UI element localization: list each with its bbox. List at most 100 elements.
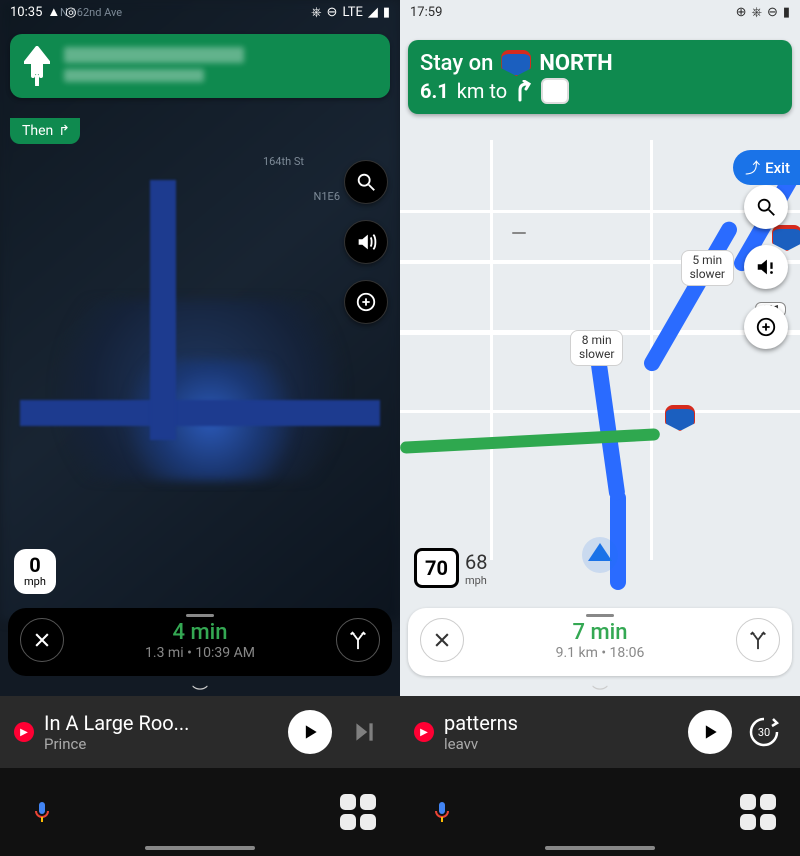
eta-text: 7 min	[464, 620, 736, 645]
distance-unit: km to	[457, 79, 507, 103]
steering-icon: ◎	[65, 5, 76, 20]
report-button[interactable]	[744, 305, 788, 349]
street-label: 164th St	[263, 155, 304, 168]
close-button[interactable]	[420, 618, 464, 662]
bear-right-icon	[515, 80, 533, 102]
trip-panel[interactable]: 7 min 9.1 km • 18:06	[408, 608, 792, 676]
eta-text: 4 min	[64, 620, 336, 645]
close-button[interactable]	[20, 618, 64, 662]
skip-ahead-button[interactable]: 30	[742, 710, 786, 754]
system-nav-bar	[400, 768, 800, 856]
audio-alert-button[interactable]	[744, 245, 788, 289]
gesture-bar[interactable]	[145, 846, 255, 850]
turn-right-icon: ↱	[58, 123, 70, 139]
youtube-music-icon: ▶	[414, 722, 434, 742]
location-pin-icon: ⎈	[752, 5, 762, 20]
routes-button[interactable]	[336, 618, 380, 662]
speed-limit: 70	[414, 548, 459, 588]
street-label: N1E6	[314, 190, 340, 203]
next-icon	[351, 719, 377, 745]
search-icon	[755, 196, 777, 218]
nav-arrow-icon: ▲	[47, 4, 60, 20]
straight-arrow-icon	[24, 46, 50, 86]
media-artist: Prince	[44, 735, 278, 753]
mic-icon	[430, 800, 454, 824]
status-time: 17:59	[410, 5, 442, 20]
speed-indicator: 0 mph	[14, 549, 56, 594]
chevron-up-icon[interactable]: ︶	[192, 680, 208, 704]
dnd-icon: ⊖	[327, 5, 338, 20]
speaker-alert-icon	[755, 256, 777, 278]
exit-button[interactable]: ⤴ Exit	[733, 150, 800, 185]
gesture-bar[interactable]	[545, 846, 655, 850]
direction-prefix: Stay on	[420, 51, 493, 76]
youtube-music-icon: ▶	[14, 722, 34, 742]
phone-right: 411 17:59 ⊕ ⎈ ⊖ ▮ Stay on NORTH	[400, 0, 800, 856]
media-title: In A Large Roo...	[44, 711, 278, 735]
skip-seconds: 30	[758, 726, 770, 739]
battery-icon: ▮	[383, 5, 390, 20]
us-route-shield-icon	[541, 78, 568, 104]
voice-button[interactable]	[420, 790, 464, 834]
add-icon: ⊕	[736, 5, 747, 20]
current-location-icon	[588, 543, 612, 561]
speed-current: 68	[465, 550, 487, 574]
apps-grid-icon	[740, 794, 776, 830]
media-bar[interactable]: ︶ ▶ In A Large Roo... Prince	[0, 696, 400, 768]
speed-value: 0	[24, 555, 46, 575]
search-button[interactable]	[744, 185, 788, 229]
direction-card[interactable]: Stay on NORTH 6.1 km to	[408, 40, 792, 114]
then-label: Then	[22, 123, 53, 139]
search-icon	[355, 171, 377, 193]
play-icon	[700, 722, 720, 742]
speaker-icon	[355, 231, 377, 253]
play-button[interactable]	[688, 710, 732, 754]
direction-suffix: NORTH	[539, 51, 612, 76]
status-time: 10:35	[10, 5, 42, 20]
status-bar: 10:35 ▲ ◎ ⎈ ⊖ LTE ◢ ▮	[0, 0, 400, 24]
speed-unit: mph	[24, 575, 46, 588]
exit-icon: ⤴	[745, 157, 760, 178]
apps-button[interactable]	[336, 790, 380, 834]
report-button[interactable]	[344, 280, 388, 324]
search-button[interactable]	[344, 160, 388, 204]
status-bar: 17:59 ⊕ ⎈ ⊖ ▮	[400, 0, 800, 24]
alt-route-pill[interactable]: 8 min slower	[570, 330, 623, 366]
battery-icon: ▮	[783, 5, 790, 20]
system-nav-bar	[0, 768, 400, 856]
interstate-shield-icon	[501, 50, 531, 76]
network-label: LTE	[342, 5, 362, 20]
alt-routes-icon	[747, 629, 769, 651]
media-artist: leavv	[444, 735, 678, 753]
voice-button[interactable]	[20, 790, 64, 834]
chevron-up-icon[interactable]: ︶	[592, 680, 608, 704]
speed-unit: mph	[465, 574, 487, 587]
direction-blurred	[64, 47, 244, 63]
direction-blurred	[64, 69, 204, 82]
drag-handle-icon[interactable]	[186, 614, 214, 617]
next-button[interactable]	[342, 710, 386, 754]
message-plus-icon	[755, 316, 777, 338]
phone-left: N 162nd Ave 164th St N1E6 10:35 ▲ ◎ ⎈ ⊖ …	[0, 0, 400, 856]
alt-routes-icon	[347, 629, 369, 651]
drag-handle-icon[interactable]	[586, 614, 614, 617]
routes-button[interactable]	[736, 618, 780, 662]
trip-panel[interactable]: 4 min 1.3 mi • 10:39 AM	[8, 608, 392, 676]
media-bar[interactable]: ︶ ▶ patterns leavv 30	[400, 696, 800, 768]
apps-grid-icon	[340, 794, 376, 830]
media-title: patterns	[444, 711, 678, 735]
map-controls	[744, 185, 788, 349]
signal-icon: ◢	[368, 5, 378, 20]
dnd-icon: ⊖	[767, 5, 778, 20]
audio-button[interactable]	[344, 220, 388, 264]
exit-label: Exit	[765, 159, 790, 177]
apps-button[interactable]	[736, 790, 780, 834]
play-button[interactable]	[288, 710, 332, 754]
direction-card[interactable]	[10, 34, 390, 98]
trip-subtext: 9.1 km • 18:06	[464, 645, 736, 661]
then-step[interactable]: Then ↱	[10, 118, 80, 144]
close-icon	[432, 630, 452, 650]
location-pin-icon: ⎈	[311, 5, 321, 20]
alt-route-pill[interactable]: 5 min slower	[681, 250, 734, 286]
us-route-shield-icon	[512, 232, 526, 234]
